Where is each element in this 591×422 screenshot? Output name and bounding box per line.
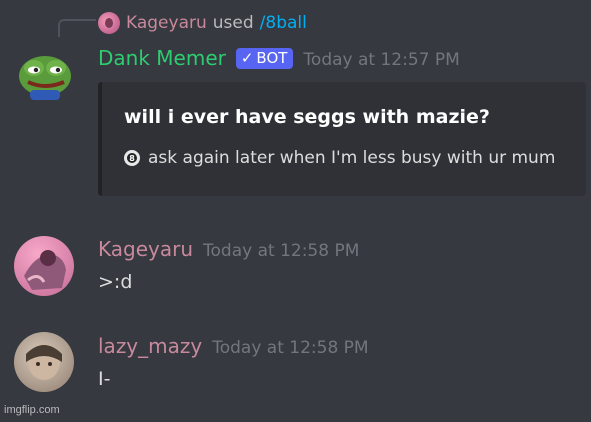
message-content: >:d <box>98 271 133 293</box>
bot-badge-label: BOT <box>256 49 288 67</box>
author-name[interactable]: lazy_mazy <box>98 334 202 358</box>
embed-description-row: 8 ask again later when I'm less busy wit… <box>124 148 555 168</box>
message-embed: will i ever have seggs with mazie? 8 ask… <box>98 82 586 196</box>
dank-memer-avatar[interactable] <box>14 44 76 106</box>
bot-badge: ✓ BOT <box>235 48 294 69</box>
author-name[interactable]: Dank Memer <box>98 46 226 70</box>
embed-title: will i ever have seggs with mazie? <box>124 106 490 128</box>
reply-used-text: used <box>212 13 254 33</box>
reply-reference[interactable]: Kageyaru used /8ball <box>98 10 307 36</box>
reply-user-avatar[interactable] <box>98 12 120 34</box>
reply-username[interactable]: Kageyaru <box>126 13 207 33</box>
watermark: imgflip.com <box>4 404 60 416</box>
dank-memer-message-header: Dank Memer ✓ BOT Today at 12:57 PM <box>98 46 460 71</box>
pepe-frog-icon <box>19 56 71 100</box>
message-timestamp[interactable]: Today at 12:58 PM <box>212 338 368 358</box>
reply-command-link[interactable]: /8ball <box>260 13 307 33</box>
checkmark-icon: ✓ <box>240 49 254 67</box>
profile-photo-icon <box>26 344 62 380</box>
anime-character-icon <box>24 250 66 290</box>
message-content: I- <box>98 368 111 390</box>
kageyaru-message-header: Kageyaru Today at 12:58 PM <box>98 237 359 261</box>
kageyaru-avatar[interactable] <box>14 236 74 296</box>
embed-description: ask again later when I'm less busy with … <box>148 148 556 168</box>
lazy-mazy-message-header: lazy_mazy Today at 12:58 PM <box>98 334 369 358</box>
reply-connector-line <box>58 19 96 37</box>
lazy-mazy-avatar[interactable] <box>14 332 74 392</box>
8ball-icon: 8 <box>124 150 140 166</box>
message-timestamp[interactable]: Today at 12:58 PM <box>203 241 359 261</box>
author-name[interactable]: Kageyaru <box>98 237 193 261</box>
message-timestamp[interactable]: Today at 12:57 PM <box>303 50 459 70</box>
